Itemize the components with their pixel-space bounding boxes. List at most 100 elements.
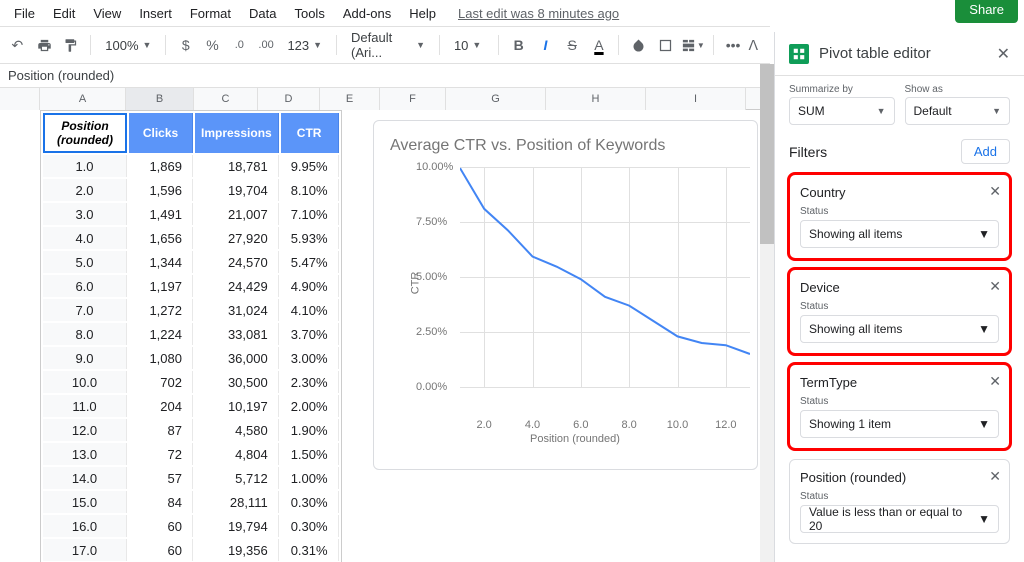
table-cell[interactable]: 16.0 (43, 515, 127, 537)
paint-format-icon[interactable] (60, 33, 83, 57)
borders-button[interactable] (654, 33, 677, 57)
menu-file[interactable]: File (6, 2, 43, 25)
pivot-header[interactable]: CTR (281, 113, 339, 153)
column-header[interactable]: F (380, 88, 446, 110)
column-header[interactable]: H (546, 88, 646, 110)
table-cell[interactable]: 28,111 (195, 491, 279, 513)
column-header[interactable]: G (446, 88, 546, 110)
strikethrough-button[interactable]: S (561, 33, 584, 57)
format-currency-button[interactable]: $ (174, 33, 197, 57)
table-row[interactable]: 17.06019,3560.31% (43, 539, 339, 561)
table-row[interactable]: 7.01,27231,0244.10% (43, 299, 339, 321)
collapse-toolbar-icon[interactable]: ᐱ (748, 37, 758, 54)
table-row[interactable]: 13.0724,8041.50% (43, 443, 339, 465)
table-cell[interactable]: 19,356 (195, 539, 279, 561)
menu-format[interactable]: Format (182, 2, 239, 25)
table-cell[interactable]: 1.90% (281, 419, 339, 441)
table-row[interactable]: 1.01,86918,7819.95% (43, 155, 339, 177)
select-all-corner[interactable] (0, 88, 40, 110)
table-cell[interactable]: 84 (129, 491, 193, 513)
summarize-by-select[interactable]: SUM▼ (789, 97, 895, 125)
table-cell[interactable]: 1,596 (129, 179, 193, 201)
table-cell[interactable]: 24,570 (195, 251, 279, 273)
column-header[interactable]: E (320, 88, 380, 110)
table-cell[interactable]: 21,007 (195, 203, 279, 225)
table-cell[interactable]: 3.0 (43, 203, 127, 225)
table-cell[interactable]: 1,869 (129, 155, 193, 177)
fill-color-button[interactable] (627, 33, 650, 57)
table-cell[interactable]: 60 (129, 515, 193, 537)
remove-filter-icon[interactable]: ✕ (989, 183, 1001, 200)
table-cell[interactable]: 11.0 (43, 395, 127, 417)
table-cell[interactable]: 4.10% (281, 299, 339, 321)
table-cell[interactable]: 33,081 (195, 323, 279, 345)
last-edit-link[interactable]: Last edit was 8 minutes ago (458, 6, 619, 21)
pivot-table[interactable]: Position(rounded)ClicksImpressionsCTR 1.… (40, 110, 342, 562)
table-cell[interactable]: 24,429 (195, 275, 279, 297)
table-cell[interactable]: 13.0 (43, 443, 127, 465)
table-cell[interactable]: 12.0 (43, 419, 127, 441)
table-cell[interactable]: 19,704 (195, 179, 279, 201)
table-cell[interactable]: 0.30% (281, 491, 339, 513)
table-cell[interactable]: 7.0 (43, 299, 127, 321)
table-cell[interactable]: 72 (129, 443, 193, 465)
add-filter-button[interactable]: Add (961, 139, 1010, 164)
table-cell[interactable]: 15.0 (43, 491, 127, 513)
table-row[interactable]: 15.08428,1110.30% (43, 491, 339, 513)
table-cell[interactable]: 3.70% (281, 323, 339, 345)
table-cell[interactable]: 19,794 (195, 515, 279, 537)
column-headers[interactable]: A B C D E F G H I (0, 88, 770, 110)
table-cell[interactable]: 36,000 (195, 347, 279, 369)
bold-button[interactable]: B (507, 33, 530, 57)
table-cell[interactable]: 0.31% (281, 539, 339, 561)
table-cell[interactable]: 1,656 (129, 227, 193, 249)
merge-cells-button[interactable]: ▼ (681, 33, 705, 57)
undo-icon[interactable]: ↶ (6, 33, 29, 57)
table-cell[interactable]: 10,197 (195, 395, 279, 417)
table-cell[interactable]: 9.0 (43, 347, 127, 369)
table-cell[interactable]: 5.47% (281, 251, 339, 273)
table-cell[interactable]: 31,024 (195, 299, 279, 321)
table-cell[interactable]: 30,500 (195, 371, 279, 393)
table-row[interactable]: 3.01,49121,0077.10% (43, 203, 339, 225)
close-icon[interactable]: ✕ (997, 44, 1010, 64)
filter-status-select[interactable]: Showing all items▼ (800, 315, 999, 343)
table-cell[interactable]: 1.0 (43, 155, 127, 177)
font-size-select[interactable]: 10▼ (448, 33, 490, 57)
table-cell[interactable]: 10.0 (43, 371, 127, 393)
table-cell[interactable]: 2.30% (281, 371, 339, 393)
table-row[interactable]: 9.01,08036,0003.00% (43, 347, 339, 369)
table-row[interactable]: 14.0575,7121.00% (43, 467, 339, 489)
pivot-header[interactable]: Position(rounded) (43, 113, 127, 153)
text-color-button[interactable]: A (588, 33, 611, 57)
table-cell[interactable]: 27,920 (195, 227, 279, 249)
vertical-scrollbar[interactable] (760, 64, 774, 562)
table-row[interactable]: 2.01,59619,7048.10% (43, 179, 339, 201)
table-cell[interactable]: 1.00% (281, 467, 339, 489)
table-cell[interactable]: 204 (129, 395, 193, 417)
remove-filter-icon[interactable]: ✕ (989, 278, 1001, 295)
column-header[interactable]: B (126, 88, 194, 110)
table-row[interactable]: 11.020410,1972.00% (43, 395, 339, 417)
table-cell[interactable]: 4,804 (195, 443, 279, 465)
table-row[interactable]: 4.01,65627,9205.93% (43, 227, 339, 249)
filter-status-select[interactable]: Value is less than or equal to 20▼ (800, 505, 999, 533)
table-cell[interactable]: 1,344 (129, 251, 193, 273)
menu-view[interactable]: View (85, 2, 129, 25)
menu-help[interactable]: Help (401, 2, 444, 25)
column-header[interactable]: A (40, 88, 126, 110)
menu-tools[interactable]: Tools (286, 2, 332, 25)
column-header[interactable]: D (258, 88, 320, 110)
table-cell[interactable]: 0.30% (281, 515, 339, 537)
table-row[interactable]: 16.06019,7940.30% (43, 515, 339, 537)
increase-decimal-button[interactable]: .00 (255, 33, 278, 57)
more-formats-button[interactable]: 123▼ (281, 33, 328, 57)
table-cell[interactable]: 6.0 (43, 275, 127, 297)
table-cell[interactable]: 5,712 (195, 467, 279, 489)
table-cell[interactable]: 87 (129, 419, 193, 441)
font-select[interactable]: Default (Ari...▼ (345, 33, 431, 57)
table-row[interactable]: 10.070230,5002.30% (43, 371, 339, 393)
menu-addons[interactable]: Add-ons (335, 2, 399, 25)
table-cell[interactable]: 1,491 (129, 203, 193, 225)
table-cell[interactable]: 60 (129, 539, 193, 561)
